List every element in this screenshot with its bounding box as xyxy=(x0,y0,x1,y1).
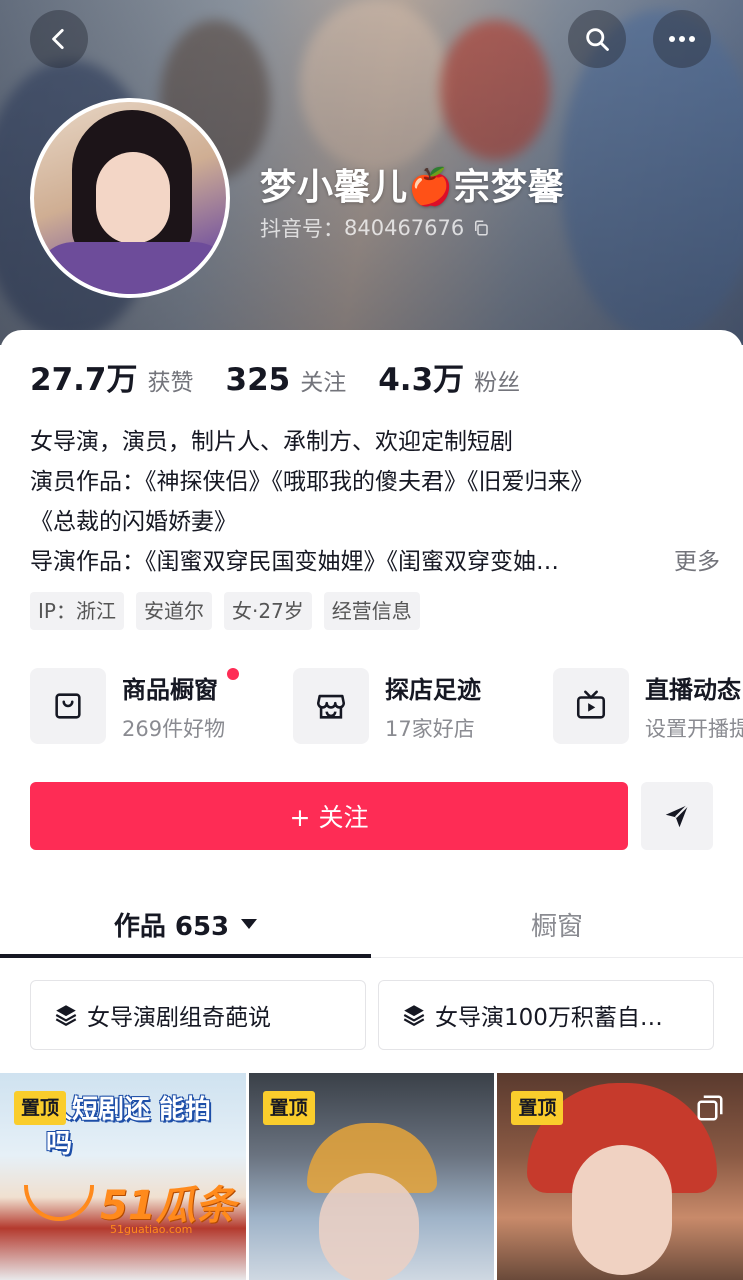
pinned-badge: 置顶 xyxy=(14,1091,67,1125)
stat-label: 关注 xyxy=(300,370,347,396)
back-button[interactable] xyxy=(30,10,88,68)
bio-line: 《总裁的闪婚娇妻》 xyxy=(30,509,237,535)
douyin-id-label: 抖音号： xyxy=(260,217,344,241)
stat-number: 27.7万 xyxy=(30,362,138,398)
services-row: 商品橱窗 269件好物 探店足迹 17家好店 直播动态 设置开播提醒 xyxy=(30,668,743,748)
service-title: 商品橱窗 xyxy=(122,668,240,705)
tag-ip: IP：浙江 xyxy=(30,592,124,630)
bio-line: 演员作品：《神探侠侣》《哦耶我的傻夫君》《旧爱归来》 xyxy=(30,469,594,495)
service-icon-box xyxy=(553,668,629,744)
tab-showcase[interactable]: 橱窗 xyxy=(371,890,743,958)
service-title: 探店足迹 xyxy=(385,675,481,704)
douyin-id-value: 840467676 xyxy=(344,216,465,240)
search-button[interactable] xyxy=(568,10,626,68)
service-title: 直播动态 xyxy=(645,675,741,704)
avatar-sweater xyxy=(34,242,226,294)
thumbnail-figure xyxy=(572,1145,673,1275)
tag-location: 安道尔 xyxy=(135,592,212,630)
video-cover-title: 人短剧还 能拍吗 xyxy=(46,1095,212,1159)
pinned-badge: 置顶 xyxy=(511,1091,564,1125)
tv-icon xyxy=(576,690,606,719)
store-icon xyxy=(316,694,346,719)
profile-card: 27.7万 获赞 325 关注 4.3万 粉丝 女导演，演员，制片人、承制方、欢… xyxy=(0,330,743,1280)
tab-works-label: 作品 653 xyxy=(113,911,230,942)
collection-label: 女导演剧组奇葩说 xyxy=(87,1005,271,1031)
service-live[interactable]: 直播动态 设置开播提醒 xyxy=(553,668,743,744)
stat-label: 粉丝 xyxy=(474,370,521,396)
profile-name: 梦小馨儿🍎宗梦馨 xyxy=(260,167,565,208)
avatar-face xyxy=(96,152,170,244)
bio-line-text: 导演作品：《闺蜜双穿民国变妯娌》《闺蜜双穿变妯… xyxy=(30,549,559,575)
chevron-left-icon xyxy=(52,28,64,50)
service-icon-box xyxy=(30,668,106,744)
avatar[interactable] xyxy=(30,98,230,298)
tab-indicator xyxy=(0,954,371,958)
tag-gender-age: 女·27岁 xyxy=(223,592,312,630)
pinned-badge: 置顶 xyxy=(262,1091,315,1125)
bio-line: 女导演，演员，制片人、承制方、欢迎定制短剧 xyxy=(30,429,513,455)
send-message-button[interactable] xyxy=(641,782,713,850)
notification-dot xyxy=(227,668,240,680)
layers-icon xyxy=(55,1005,77,1026)
service-showcase[interactable]: 商品橱窗 269件好物 xyxy=(30,668,240,744)
douyin-id: 抖音号： 840467676 xyxy=(260,213,490,243)
more-dots-icon xyxy=(669,36,695,42)
layers-icon xyxy=(403,1005,425,1026)
bio-more-link[interactable]: 更多 xyxy=(674,542,720,582)
service-store-visits[interactable]: 探店足迹 17家好店 xyxy=(293,668,481,744)
bio: 女导演，演员，制片人、承制方、欢迎定制短剧 演员作品：《神探侠侣》《哦耶我的傻夫… xyxy=(30,422,720,582)
stat-label: 获赞 xyxy=(147,370,194,396)
stat-number: 325 xyxy=(225,362,291,398)
collections-row: 女导演剧组奇葩说 女导演100万积蓄自… xyxy=(30,980,714,1050)
collection-chip[interactable]: 女导演100万积蓄自… xyxy=(378,980,714,1050)
video-thumbnail[interactable]: 置顶 xyxy=(248,1073,495,1280)
copy-icon[interactable] xyxy=(472,219,490,237)
search-icon xyxy=(586,28,609,51)
thumbnail-figure xyxy=(318,1173,419,1280)
send-icon xyxy=(665,804,689,828)
service-subtitle: 17家好店 xyxy=(385,716,475,741)
watermark-subtext: 51guatiao.com xyxy=(110,1223,193,1236)
video-thumbnail[interactable]: 人短剧还 能拍吗 51瓜条 51guatiao.com 置顶 xyxy=(0,1073,246,1280)
multi-image-icon xyxy=(697,1095,723,1121)
bio-line: 导演作品：《闺蜜双穿民国变妯娌》《闺蜜双穿变妯… 更多 xyxy=(30,542,720,582)
stat-followers[interactable]: 4.3万 粉丝 xyxy=(378,354,520,399)
service-icon-box xyxy=(293,668,369,744)
video-thumbnail[interactable]: 置顶 xyxy=(497,1073,743,1280)
watermark-logo-icon xyxy=(24,1185,94,1221)
profile-tags: IP：浙江 安道尔 女·27岁 经营信息 xyxy=(30,592,420,630)
follow-button[interactable]: + 关注 xyxy=(30,782,628,850)
stats-row: 27.7万 获赞 325 关注 4.3万 粉丝 xyxy=(30,354,552,399)
bag-icon xyxy=(55,693,81,719)
stat-following[interactable]: 325 关注 xyxy=(226,362,347,398)
tab-works[interactable]: 作品 653 xyxy=(0,890,371,958)
caret-down-icon xyxy=(241,919,258,929)
video-grid: 人短剧还 能拍吗 51瓜条 51guatiao.com 置顶 置顶 置顶 xyxy=(0,1073,743,1280)
service-subtitle: 269件好物 xyxy=(122,716,226,741)
stat-number: 4.3万 xyxy=(378,362,465,398)
more-button[interactable] xyxy=(653,10,711,68)
collection-chip[interactable]: 女导演剧组奇葩说 xyxy=(30,980,366,1050)
tag-business-info[interactable]: 经营信息 xyxy=(323,592,420,630)
service-subtitle: 设置开播提醒 xyxy=(645,716,743,741)
stat-likes: 27.7万 获赞 xyxy=(30,354,194,399)
content-tabs: 作品 653 橱窗 xyxy=(0,890,743,958)
profile-header: 梦小馨儿🍎宗梦馨 抖音号： 840467676 xyxy=(0,0,743,345)
collection-label: 女导演100万积蓄自… xyxy=(435,1005,663,1031)
